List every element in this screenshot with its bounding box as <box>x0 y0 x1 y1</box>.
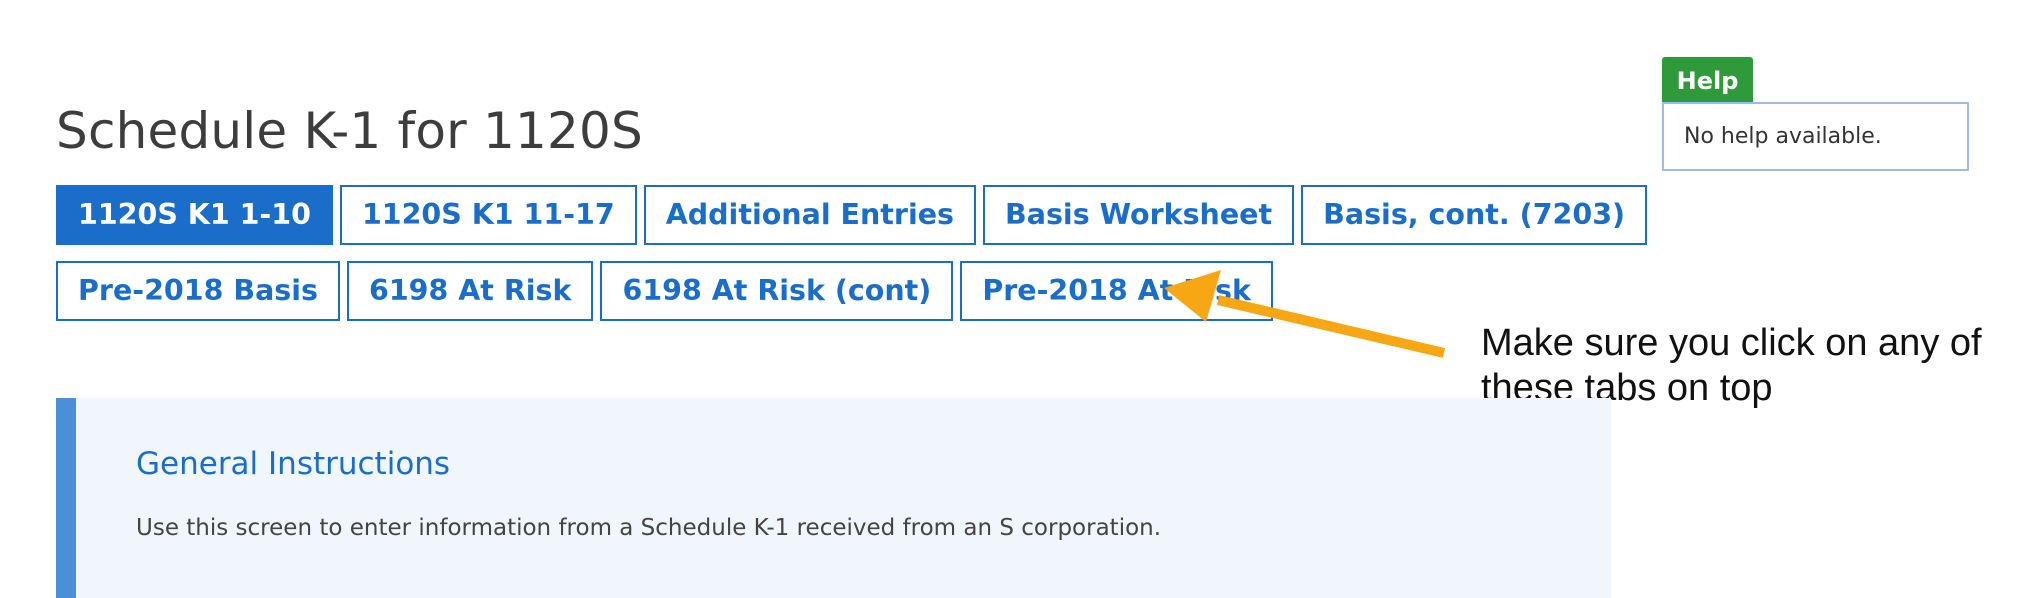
instructions-text: Use this screen to enter information fro… <box>136 515 1162 541</box>
annotation-line: Make sure you click on any of <box>1481 322 1982 364</box>
general-instructions-panel: General Instructions Use this screen to … <box>56 398 1611 598</box>
instructions-heading: General Instructions <box>136 446 451 482</box>
